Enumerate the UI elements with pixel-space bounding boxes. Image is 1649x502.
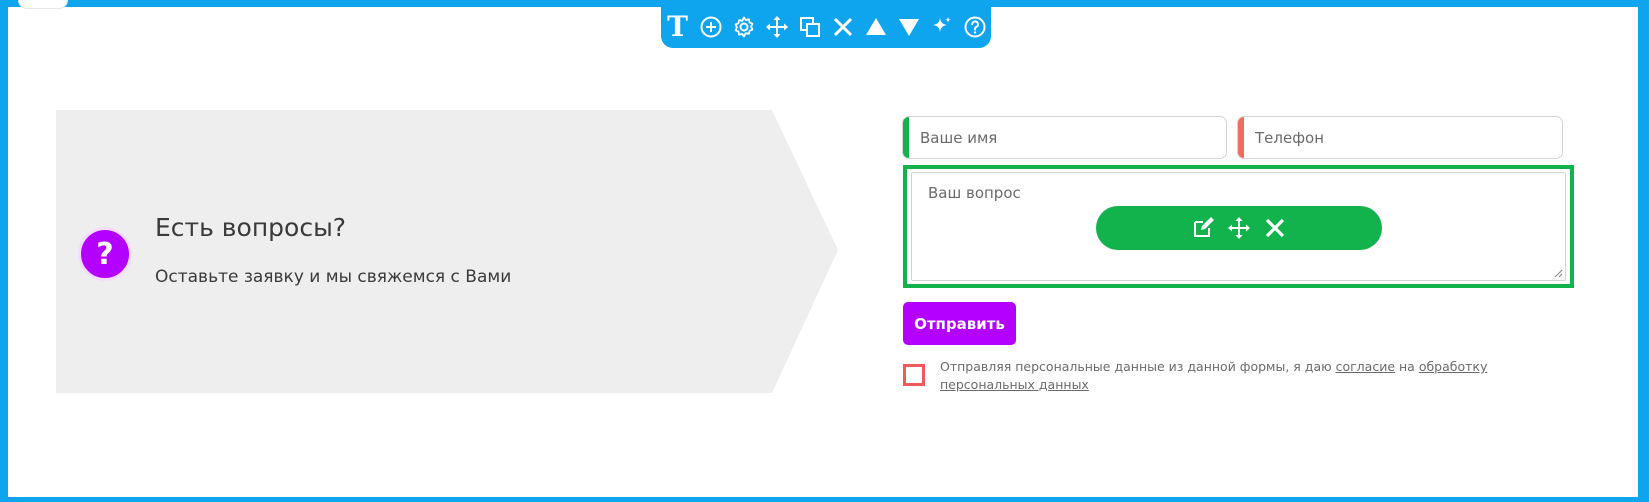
resize-grip-icon[interactable] [1553, 268, 1563, 278]
add-icon[interactable] [697, 12, 724, 42]
delete-icon[interactable] [1261, 214, 1289, 242]
close-icon[interactable] [829, 12, 856, 42]
corner-tab [18, 0, 68, 9]
phone-field[interactable]: Телефон [1237, 116, 1563, 159]
arrow-up-icon[interactable] [862, 12, 889, 42]
consent-link[interactable]: согласие [1336, 359, 1395, 374]
phone-placeholder: Телефон [1255, 128, 1325, 147]
consent-middle: на [1395, 359, 1419, 374]
question-badge-icon: ? [78, 227, 132, 281]
valid-indicator [903, 117, 909, 158]
text-icon[interactable]: T [664, 12, 691, 42]
duplicate-icon[interactable] [796, 12, 823, 42]
help-icon[interactable] [961, 12, 988, 42]
name-placeholder: Ваше имя [920, 128, 998, 147]
edit-icon[interactable] [1189, 214, 1217, 242]
question-placeholder: Ваш вопрос [928, 184, 1021, 202]
move-icon[interactable] [1225, 214, 1253, 242]
sparkle-icon[interactable] [928, 12, 955, 42]
info-heading: Есть вопросы? [155, 213, 347, 242]
gear-icon[interactable] [730, 12, 757, 42]
move-icon[interactable] [763, 12, 790, 42]
block-toolbar: T [661, 6, 991, 48]
consent-text: Отправляя персональные данные из данной … [940, 358, 1580, 394]
field-edit-toolbar [1096, 206, 1382, 250]
panel-arrow-shape [56, 110, 838, 393]
consent-checkbox[interactable] [903, 364, 925, 386]
info-subtext: Оставьте заявку и мы свяжемся с Вами [155, 267, 512, 287]
submit-button[interactable]: Отправить [903, 302, 1016, 345]
arrow-down-icon[interactable] [895, 12, 922, 42]
info-panel: ? Есть вопросы? Оставьте заявку и мы свя… [56, 110, 838, 393]
name-field[interactable]: Ваше имя [902, 116, 1227, 159]
required-indicator [1238, 117, 1244, 158]
consent-prefix: Отправляя персональные данные из данной … [940, 359, 1336, 374]
